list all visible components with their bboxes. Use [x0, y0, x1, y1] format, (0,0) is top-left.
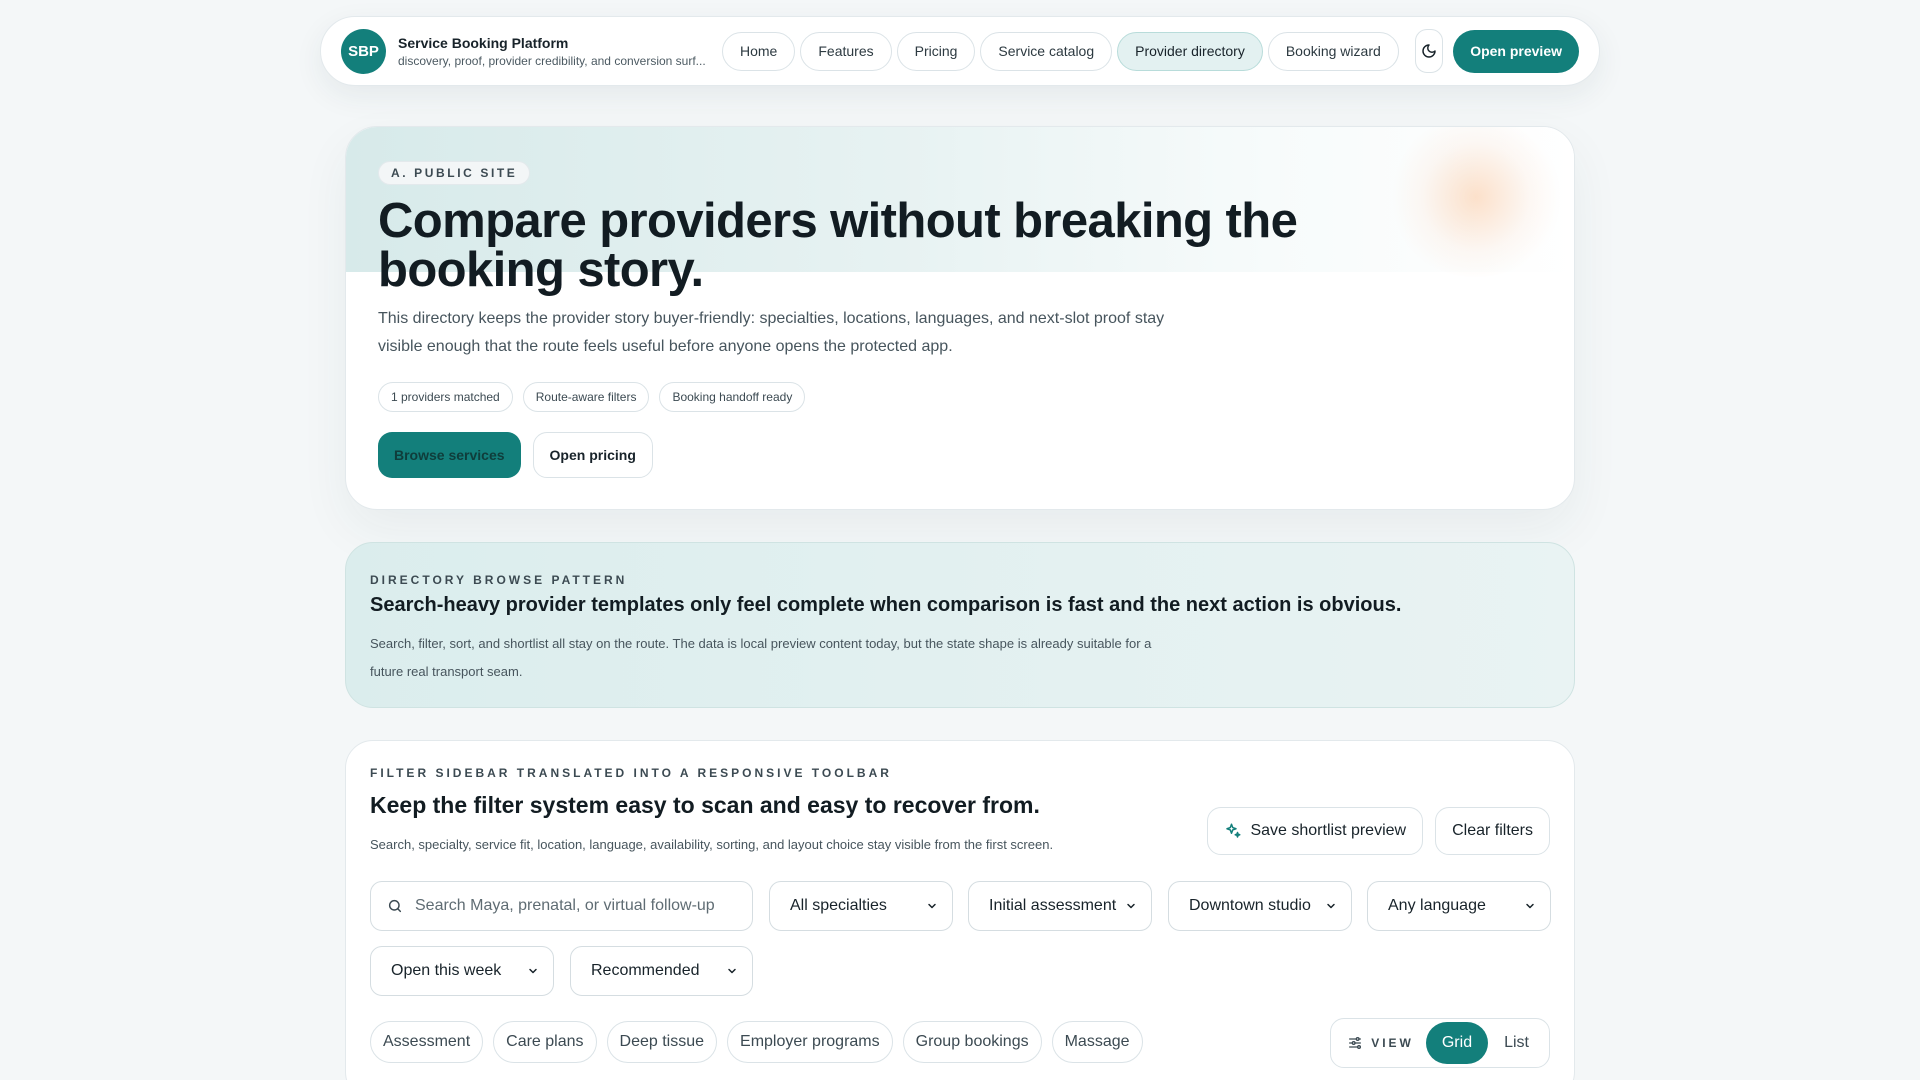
tag-group-bookings[interactable]: Group bookings [902, 1021, 1042, 1063]
save-shortlist-label: Save shortlist preview [1250, 822, 1407, 839]
availability-value: Open this week [391, 962, 502, 979]
hero-card: A. PUBLIC SITE Compare providers without… [345, 126, 1575, 510]
brand-title: Service Booking Platform [398, 34, 569, 51]
brand-logo[interactable]: SBP [341, 28, 386, 74]
filters-description: Search, specialty, service fit, location… [370, 837, 1054, 852]
tag-deep-tissue[interactable]: Deep tissue [606, 1021, 718, 1063]
pattern-title: Search-heavy provider templates only fee… [370, 594, 1402, 616]
view-label: VIEW [1371, 1036, 1414, 1050]
tag-care-plans[interactable]: Care plans [493, 1021, 597, 1063]
nav-service-catalog[interactable]: Service catalog [980, 31, 1113, 71]
brand-logo-text: SBP [348, 42, 379, 60]
browse-services-button[interactable]: Browse services [378, 432, 521, 478]
view-list-option[interactable]: List [1488, 1022, 1545, 1064]
specialty-select[interactable]: All specialties [769, 881, 953, 931]
view-grid-option[interactable]: Grid [1425, 1022, 1489, 1064]
chip-providers-matched: 1 providers matched [378, 382, 513, 412]
chip-booking-handoff: Booking handoff ready [659, 382, 806, 412]
hero-description: This directory keeps the provider story … [378, 310, 1165, 355]
tag-massage[interactable]: Massage [1051, 1021, 1143, 1063]
search-icon [388, 899, 402, 913]
chevron-down-icon [1526, 903, 1534, 909]
search-placeholder: Search Maya, prenatal, or virtual follow… [415, 897, 715, 914]
specialty-value: All specialties [790, 897, 887, 914]
language-select[interactable]: Any language [1367, 881, 1551, 931]
brand-subtitle: discovery, proof, provider credibility, … [398, 53, 706, 68]
chevron-down-icon [1327, 903, 1335, 909]
view-toggle: VIEW Grid List [1330, 1018, 1550, 1068]
nav-home[interactable]: Home [722, 31, 796, 71]
open-pricing-button[interactable]: Open pricing [532, 432, 653, 478]
search-input[interactable]: Search Maya, prenatal, or virtual follow… [370, 881, 753, 931]
tag-assessment[interactable]: Assessment [370, 1021, 484, 1063]
filter-toolbar-card: FILTER SIDEBAR TRANSLATED INTO A RESPONS… [345, 740, 1575, 1080]
directory-pattern-card: DIRECTORY BROWSE PATTERN Search-heavy pr… [345, 542, 1575, 708]
nav-booking-wizard[interactable]: Booking wizard [1267, 31, 1399, 71]
chip-route-aware-filters: Route-aware filters [522, 382, 650, 412]
brand-block: Service Booking Platform discovery, proo… [398, 35, 708, 68]
theme-toggle-button[interactable] [1414, 29, 1444, 73]
specialty-tags: Assessment Care plans Deep tissue Employ… [370, 1021, 1143, 1063]
filters-eyebrow: FILTER SIDEBAR TRANSLATED INTO A RESPONS… [370, 766, 892, 780]
sparkle-icon [1226, 823, 1241, 838]
location-value: Downtown studio [1189, 897, 1311, 914]
top-navigation: SBP Service Booking Platform discovery, … [320, 16, 1600, 86]
clear-filters-button[interactable]: Clear filters [1435, 807, 1550, 855]
sort-select[interactable]: Recommended [570, 946, 753, 996]
nav-provider-directory[interactable]: Provider directory [1117, 31, 1263, 71]
chevron-down-icon [928, 903, 936, 909]
chevron-down-icon [1127, 903, 1135, 909]
pattern-description: Search, filter, sort, and shortlist all … [370, 636, 1152, 679]
availability-select[interactable]: Open this week [370, 946, 554, 996]
moon-icon [1422, 44, 1436, 58]
filters-title: Keep the filter system easy to scan and … [370, 792, 1040, 818]
hero-actions: Browse services Open pricing [378, 432, 653, 478]
service-select[interactable]: Initial assessment and care plan [968, 881, 1152, 931]
service-value: Initial assessment and care plan [989, 897, 1119, 914]
sliders-icon [1349, 1037, 1362, 1049]
chevron-down-icon [728, 968, 736, 974]
hero-eyebrow: A. PUBLIC SITE [378, 161, 531, 185]
language-value: Any language [1388, 897, 1486, 914]
filter-actions: Save shortlist preview Clear filters [1207, 807, 1550, 855]
tag-employer-programs[interactable]: Employer programs [727, 1021, 893, 1063]
save-shortlist-button[interactable]: Save shortlist preview [1207, 807, 1424, 855]
hero-title: Compare providers without breaking the b… [378, 194, 1298, 297]
main-nav: Home Features Pricing Service catalog Pr… [722, 31, 1399, 71]
nav-pricing[interactable]: Pricing [896, 31, 976, 71]
pattern-eyebrow: DIRECTORY BROWSE PATTERN [370, 573, 628, 587]
chevron-down-icon [529, 968, 537, 974]
hero-chips: 1 providers matched Route-aware filters … [378, 382, 806, 412]
nav-features[interactable]: Features [800, 31, 892, 71]
open-preview-button[interactable]: Open preview [1453, 29, 1579, 73]
location-select[interactable]: Downtown studio [1168, 881, 1352, 931]
sort-value: Recommended [591, 962, 700, 979]
